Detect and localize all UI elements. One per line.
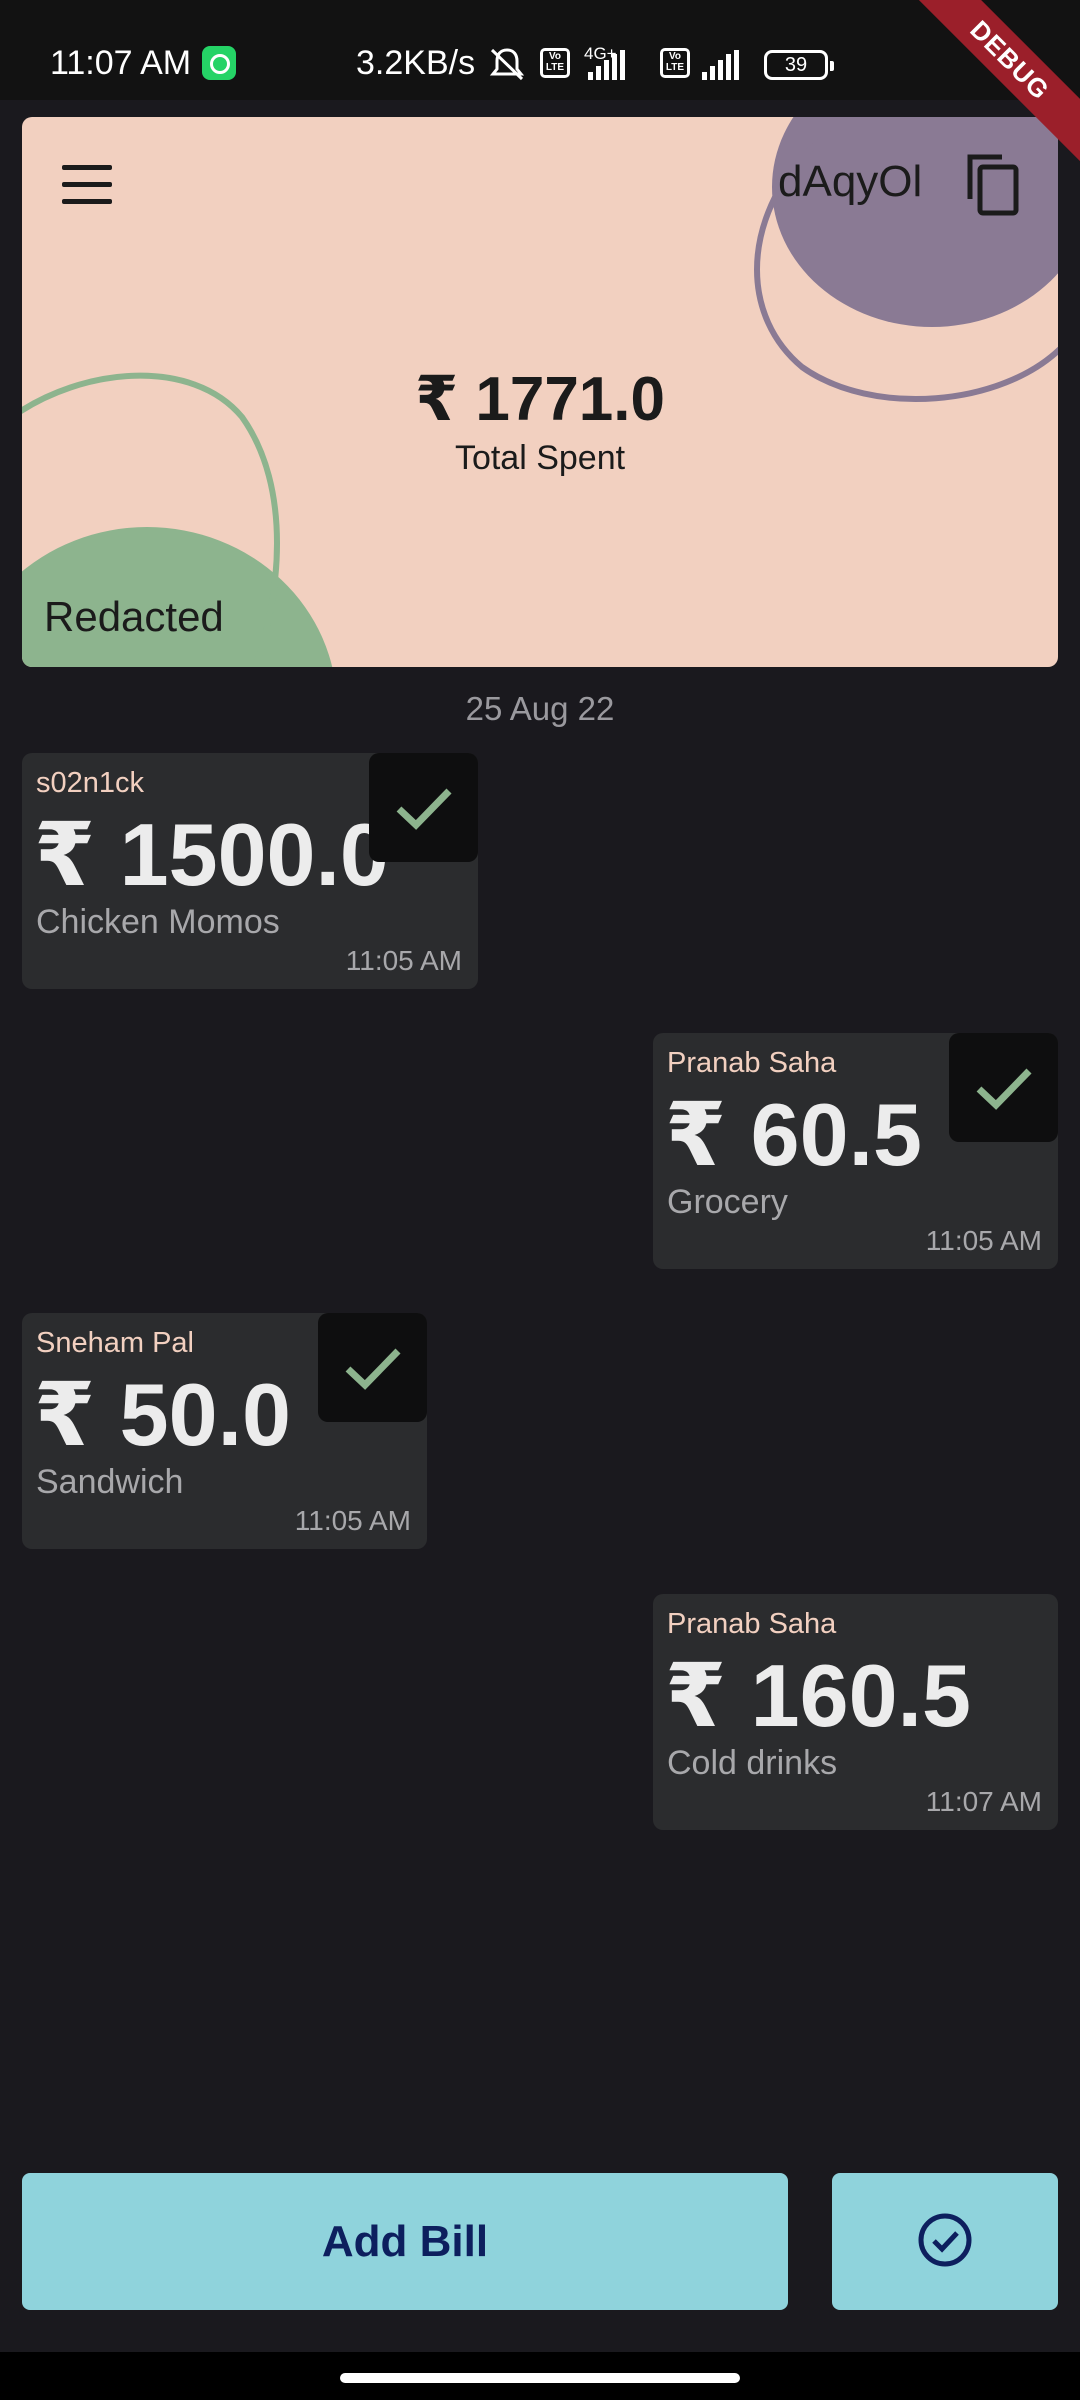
home-indicator[interactable] bbox=[340, 2373, 740, 2383]
volte-icon-2: Vo LTE bbox=[660, 48, 690, 78]
bill-payer: Pranab Saha bbox=[667, 1608, 837, 1640]
copy-icon[interactable] bbox=[962, 151, 1022, 217]
bill-card[interactable]: Sneham Pal ₹ 50.0 Sandwich 11:05 AM bbox=[22, 1313, 427, 1549]
bill-card[interactable]: Pranab Saha ₹ 60.5 Grocery 11:05 AM bbox=[653, 1033, 1058, 1269]
network-speed: 3.2KB/s bbox=[356, 44, 476, 82]
bill-description: Sandwich bbox=[36, 1463, 184, 1501]
bill-payer: Pranab Saha bbox=[667, 1047, 837, 1079]
check-circle-icon bbox=[918, 2213, 972, 2267]
status-time: 11:07 AM bbox=[50, 44, 192, 82]
summary-card: dAqyOl ₹ 1771.0 Total Spent Redacted bbox=[22, 117, 1058, 667]
whatsapp-icon bbox=[202, 46, 236, 80]
bill-time: 11:05 AM bbox=[294, 1505, 411, 1536]
settle-check-button[interactable] bbox=[949, 1033, 1058, 1142]
bill-amount: ₹ 60.5 bbox=[665, 1085, 922, 1184]
check-icon bbox=[345, 1348, 401, 1390]
bill-payer: s02n1ck bbox=[36, 767, 145, 799]
total-amount: ₹ 1771.0 bbox=[415, 365, 665, 434]
settle-check-button[interactable] bbox=[369, 753, 478, 862]
total-label: Total Spent bbox=[454, 439, 626, 477]
check-icon bbox=[976, 1068, 1032, 1110]
signal-icon bbox=[588, 50, 625, 80]
room-code: dAqyOl bbox=[778, 157, 923, 206]
battery-icon: 39 bbox=[764, 50, 834, 80]
bill-description: Cold drinks bbox=[667, 1744, 838, 1782]
user-name: Redacted bbox=[44, 593, 224, 640]
signal-icon-2 bbox=[702, 50, 739, 80]
date-separator: 25 Aug 22 bbox=[465, 690, 615, 727]
bill-description: Chicken Momos bbox=[36, 903, 280, 941]
settle-check-button[interactable] bbox=[318, 1313, 427, 1422]
bill-time: 11:05 AM bbox=[925, 1225, 1042, 1256]
bill-payer: Sneham Pal bbox=[36, 1327, 194, 1359]
bill-amount: ₹ 160.5 bbox=[665, 1646, 971, 1745]
status-bar: 11:07 AM 3.2KB/s Vo LTE 4G+ Vo LTE 39 bbox=[0, 0, 1080, 100]
bill-card[interactable]: Pranab Saha ₹ 160.5 Cold drinks 11:07 AM bbox=[653, 1594, 1058, 1830]
bill-time: 11:07 AM bbox=[925, 1786, 1042, 1817]
bill-amount: ₹ 50.0 bbox=[34, 1365, 291, 1464]
volte-icon: Vo LTE bbox=[540, 48, 570, 78]
menu-icon[interactable] bbox=[62, 165, 112, 205]
done-button[interactable] bbox=[832, 2173, 1058, 2310]
bill-amount: ₹ 1500.0 bbox=[34, 805, 389, 904]
bill-description: Grocery bbox=[667, 1183, 788, 1221]
check-icon bbox=[396, 788, 452, 830]
bill-time: 11:05 AM bbox=[345, 945, 462, 976]
bell-muted-icon bbox=[489, 48, 525, 81]
bill-card[interactable]: s02n1ck ₹ 1500.0 Chicken Momos 11:05 AM bbox=[22, 753, 478, 989]
add-bill-button[interactable]: Add Bill bbox=[22, 2173, 788, 2310]
